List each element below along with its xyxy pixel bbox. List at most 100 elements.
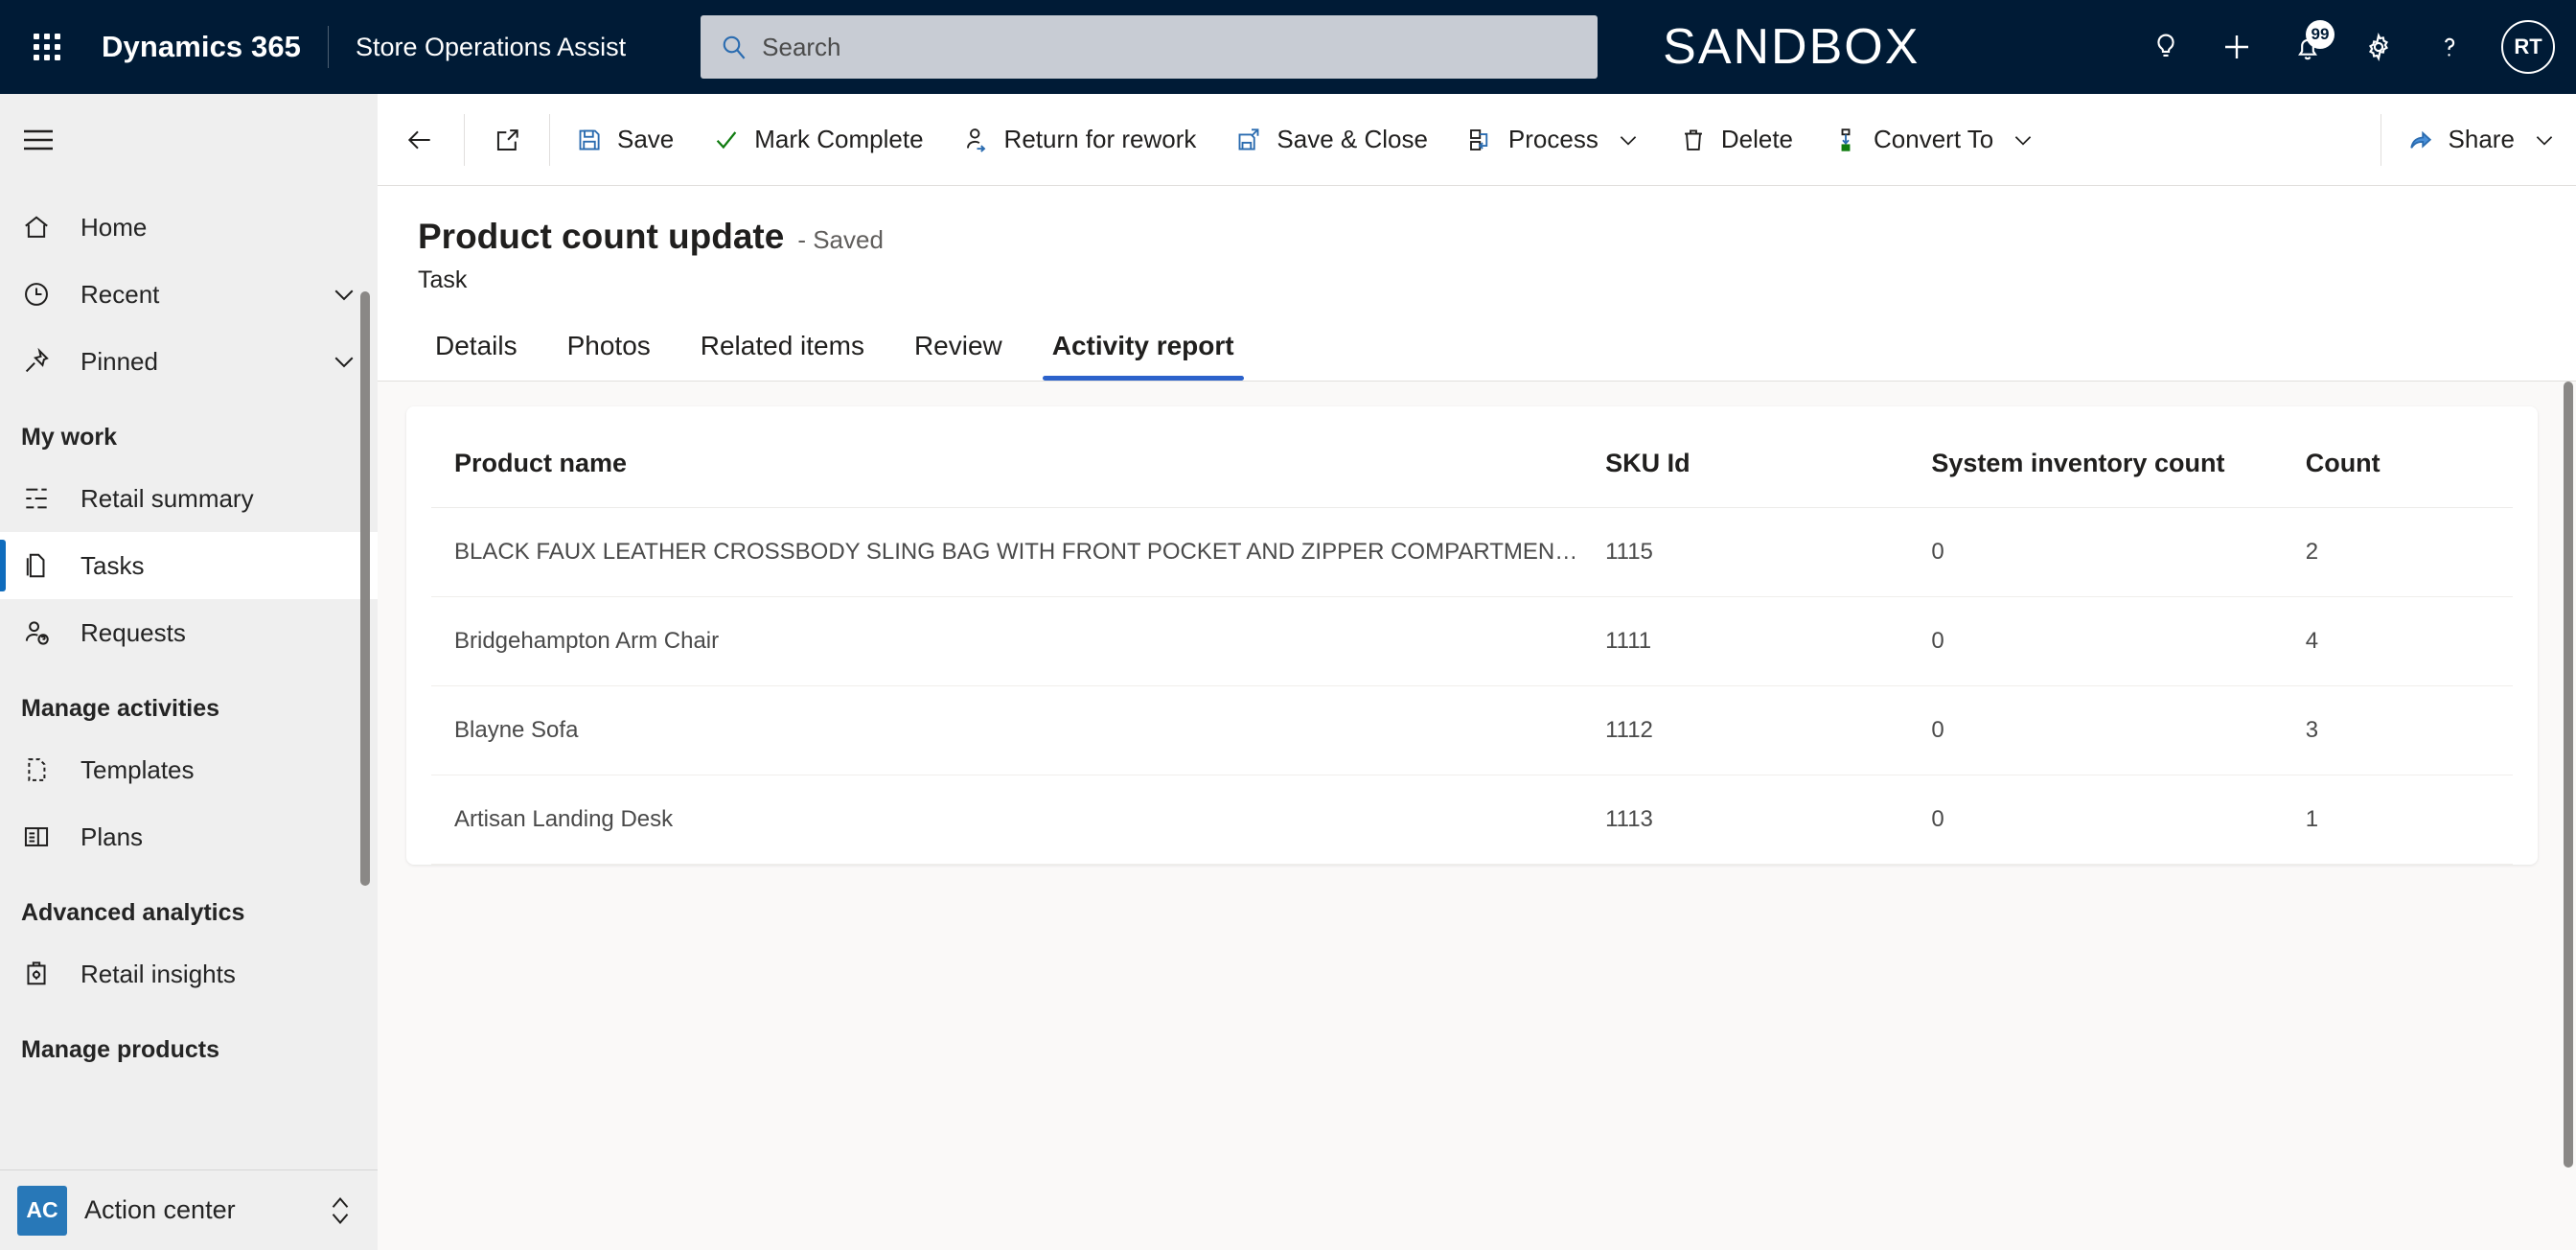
environment-label: SANDBOX	[1663, 19, 1920, 75]
sidebar-item-plans[interactable]: Plans	[0, 803, 378, 870]
plus-icon[interactable]	[2206, 16, 2267, 78]
column-header-system-inventory-count[interactable]: System inventory count	[1908, 406, 2283, 508]
page-scrollbar-track[interactable]	[2560, 382, 2576, 1250]
command-divider	[464, 113, 465, 166]
header-actions: 99 RT	[2135, 16, 2555, 78]
sidebar-item-retail-insights[interactable]: Retail insights	[0, 940, 378, 1007]
home-icon	[21, 212, 65, 243]
cell-count: 4	[2282, 596, 2513, 686]
question-icon[interactable]	[2419, 16, 2480, 78]
app-launcher-icon[interactable]	[17, 17, 77, 77]
brand-title[interactable]: Dynamics 365	[102, 30, 301, 64]
save-button[interactable]: Save	[556, 94, 693, 186]
page-scrollbar-thumb[interactable]	[2563, 382, 2573, 1168]
convert-to-button[interactable]: Convert To	[1812, 94, 2055, 186]
lightbulb-icon[interactable]	[2135, 16, 2196, 78]
table-row[interactable]: Bridgehampton Arm Chair 1111 0 4	[431, 596, 2513, 686]
sidebar-item-recent[interactable]: Recent	[0, 261, 378, 328]
command-bar: Save Mark Complete Return for rework Sav…	[378, 94, 2576, 186]
sidebar-item-pinned[interactable]: Pinned	[0, 328, 378, 395]
share-label: Share	[2448, 125, 2515, 153]
share-button[interactable]: Share	[2387, 94, 2576, 186]
sidebar-item-label: Templates	[80, 754, 195, 784]
mark-complete-button[interactable]: Mark Complete	[693, 94, 942, 186]
process-icon	[1466, 126, 1495, 154]
cell-sku-id: 1115	[1582, 507, 1909, 597]
action-center[interactable]: AC Action center	[0, 1169, 378, 1250]
sidebar-item-templates[interactable]: Templates	[0, 736, 378, 803]
activity-report-table: Product name SKU Id System inventory cou…	[431, 406, 2513, 865]
convert-icon	[1831, 126, 1860, 154]
tab-related-items[interactable]: Related items	[683, 317, 882, 381]
tab-activity-report[interactable]: Activity report	[1035, 317, 1252, 381]
table-row[interactable]: Artisan Landing Desk 1113 0 1	[431, 775, 2513, 865]
title-block: Product count update - Saved Task	[378, 186, 2576, 294]
analytics-icon	[21, 483, 65, 514]
action-center-label: Action center	[84, 1195, 236, 1224]
save-icon	[575, 126, 604, 154]
back-arrow-icon[interactable]	[381, 94, 458, 186]
chevron-down-icon[interactable]	[330, 280, 358, 309]
column-header-sku-id[interactable]: SKU Id	[1582, 406, 1909, 508]
tab-review[interactable]: Review	[897, 317, 1020, 381]
chevron-down-icon[interactable]	[330, 347, 358, 376]
gear-icon[interactable]	[2348, 16, 2409, 78]
main-content: Save Mark Complete Return for rework Sav…	[378, 94, 2576, 1250]
cell-system-inventory-count: 0	[1908, 775, 2283, 865]
pin-icon	[21, 346, 65, 377]
open-in-new-window-icon[interactable]	[471, 94, 543, 186]
search-input[interactable]: Search	[701, 15, 1598, 79]
column-header-product-name[interactable]: Product name	[431, 406, 1583, 508]
chevron-down-icon[interactable]	[1616, 127, 1641, 152]
app-name[interactable]: Store Operations Assist	[356, 33, 626, 62]
search-placeholder: Search	[762, 32, 841, 61]
sidebar-item-requests[interactable]: Requests	[0, 599, 378, 666]
convert-to-label: Convert To	[1874, 125, 1994, 153]
tab-photos[interactable]: Photos	[550, 317, 668, 381]
cell-product-name: Bridgehampton Arm Chair	[431, 596, 1583, 686]
cell-count: 2	[2282, 507, 2513, 597]
sidebar-scrollbar-thumb[interactable]	[360, 291, 370, 886]
chevron-up-down-icon[interactable]	[326, 1192, 355, 1230]
sidebar-item-tasks[interactable]: Tasks	[0, 532, 378, 599]
command-divider	[549, 113, 550, 166]
avatar[interactable]: RT	[2501, 20, 2555, 74]
save-label: Save	[617, 125, 675, 153]
table-row[interactable]: Blayne Sofa 1112 0 3	[431, 685, 2513, 775]
sidebar-item-label: Retail insights	[80, 959, 236, 988]
return-for-rework-button[interactable]: Return for rework	[943, 94, 1216, 186]
share-icon	[2406, 126, 2435, 154]
record-entity-type: Task	[418, 266, 468, 293]
chevron-down-icon[interactable]	[2532, 127, 2557, 152]
sidebar-item-home[interactable]: Home	[0, 194, 378, 261]
sidebar-item-label: Requests	[80, 617, 186, 647]
person-arrow-icon	[962, 126, 991, 154]
bell-icon[interactable]: 99	[2277, 16, 2338, 78]
template-page-icon	[21, 754, 65, 785]
process-button[interactable]: Process	[1447, 94, 1660, 186]
command-divider	[2380, 113, 2381, 166]
save-status: - Saved	[797, 225, 884, 254]
plans-grid-icon	[21, 822, 65, 852]
sidebar-item-label: Recent	[80, 279, 160, 309]
hamburger-menu-icon[interactable]	[0, 94, 378, 186]
page-title: Product count update	[418, 217, 785, 256]
sidebar: Home Recent Pinned My work Retail summar…	[0, 94, 378, 1250]
body-wrapper: Home Recent Pinned My work Retail summar…	[0, 94, 2576, 1250]
app-header: Dynamics 365 Store Operations Assist Sea…	[0, 0, 2576, 94]
tab-details[interactable]: Details	[418, 317, 535, 381]
chevron-down-icon[interactable]	[2011, 127, 2036, 152]
delete-label: Delete	[1720, 125, 1793, 153]
sidebar-item-retail-summary[interactable]: Retail summary	[0, 465, 378, 532]
save-and-close-button[interactable]: Save & Close	[1215, 94, 1447, 186]
sidebar-item-label: Home	[80, 212, 148, 242]
content-canvas: Product name SKU Id System inventory cou…	[378, 382, 2576, 1250]
delete-button[interactable]: Delete	[1660, 94, 1812, 186]
activity-report-card: Product name SKU Id System inventory cou…	[406, 406, 2538, 865]
clipboard-gear-icon	[21, 959, 65, 989]
column-header-count[interactable]: Count	[2282, 406, 2513, 508]
sidebar-item-label: Retail summary	[80, 483, 254, 513]
table-row[interactable]: BLACK FAUX LEATHER CROSSBODY SLING BAG W…	[431, 507, 2513, 597]
sidebar-nav: Home Recent Pinned My work Retail summar…	[0, 186, 378, 1169]
sidebar-scrollbar-track[interactable]	[360, 196, 370, 1169]
